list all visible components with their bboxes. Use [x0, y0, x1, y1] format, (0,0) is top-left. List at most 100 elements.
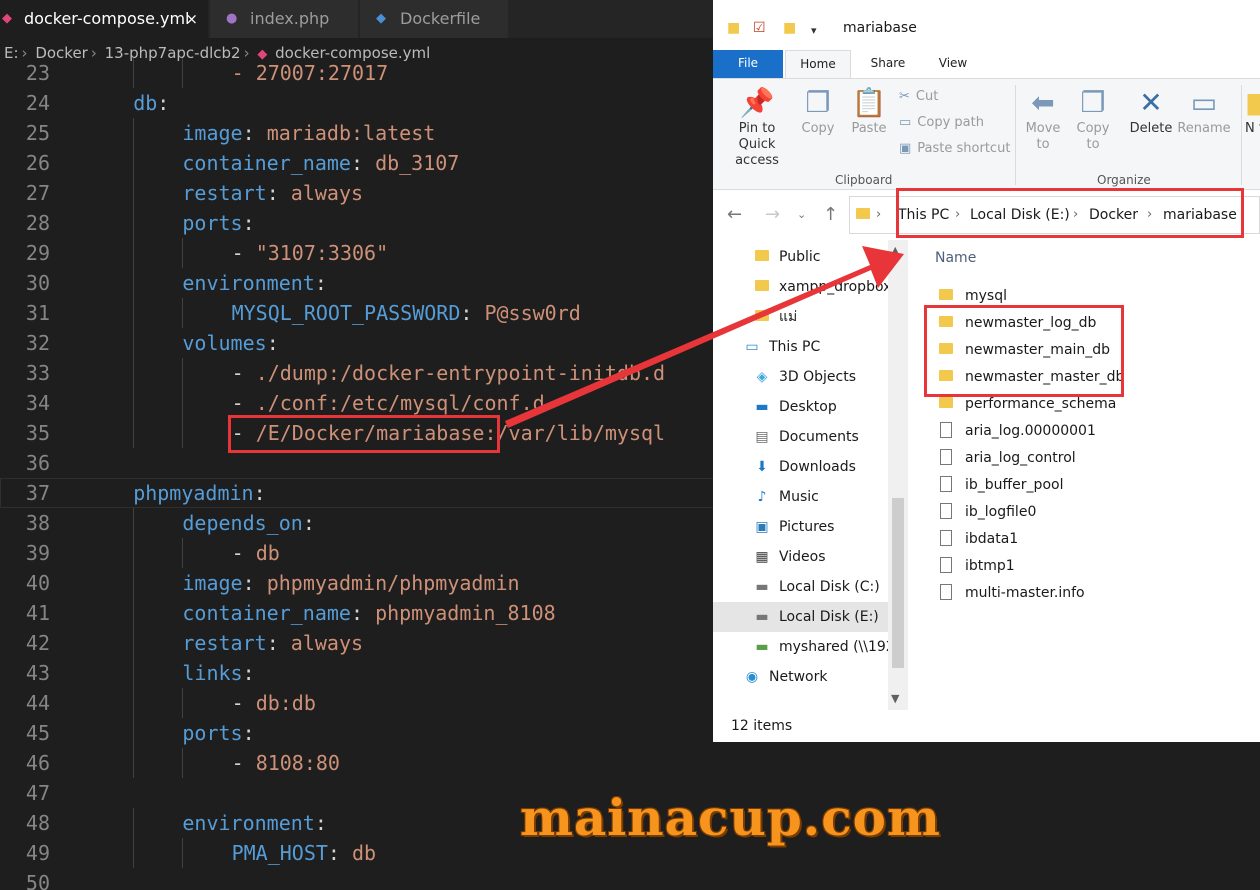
nav-item[interactable]: ▬ myshared (\\192	[713, 632, 894, 662]
ribbon: 📌 Pin to Quick access ❐ Copy 📋 Paste ✂ Cu…	[713, 78, 1260, 190]
code-text: - db:db	[232, 688, 316, 718]
yaml-punctuation: :	[242, 661, 255, 685]
yaml-punctuation: :	[350, 601, 376, 625]
indent-guide	[182, 688, 184, 718]
yaml-punctuation: :	[460, 301, 485, 325]
tab-index-php[interactable]: ● index.php	[210, 0, 358, 38]
button-label: Copy to	[1076, 121, 1110, 152]
line-number: 24	[25, 91, 50, 115]
yaml-key: container_name	[182, 151, 351, 175]
nav-item[interactable]: ▬ Local Disk (E:)	[713, 602, 888, 632]
nav-item[interactable]: Public	[713, 242, 888, 272]
file-list-item[interactable]: aria_log_control	[938, 445, 1076, 471]
nav-item[interactable]: ▬ Desktop	[713, 392, 888, 422]
tab-share[interactable]: Share	[863, 50, 913, 78]
tab-docker-compose[interactable]: ◆ docker-compose.yml ×	[0, 0, 208, 38]
copy-to-button[interactable]: ❐ Copy to	[1071, 85, 1115, 153]
nav-item[interactable]: ⬇ Downloads	[713, 452, 888, 482]
properties-icon[interactable]: ☑	[753, 20, 766, 36]
line-number: 44	[25, 691, 50, 715]
tab-home[interactable]: Home	[785, 50, 851, 78]
scrollbar-thumb[interactable]	[892, 498, 904, 668]
file-name: aria_log_control	[965, 450, 1076, 466]
highlight-box-volume-path	[228, 415, 500, 453]
code-text: volumes:	[182, 328, 278, 358]
tab-dockerfile[interactable]: ◆ Dockerfile	[360, 0, 508, 38]
yaml-key: ports	[182, 721, 243, 745]
new-folder-icon[interactable]: ■	[783, 20, 796, 36]
indent-guide	[182, 358, 184, 388]
yaml-punctuation: :	[242, 211, 255, 235]
folder-icon	[751, 302, 773, 332]
line-number: 30	[25, 271, 50, 295]
nav-item[interactable]: ◈ 3D Objects	[713, 362, 888, 392]
navigation-pane[interactable]: Public xampp_dropbox แม่ ▭ This PC ◈ 3D Object…	[713, 240, 895, 710]
line-number: 31	[25, 301, 50, 325]
file-icon	[938, 418, 954, 444]
docker-icon: ◆	[376, 11, 386, 26]
file-name: performance_schema	[965, 396, 1117, 412]
paste-button[interactable]: 📋 Paste	[847, 85, 891, 137]
cut-button[interactable]: ✂ Cut	[899, 89, 938, 104]
move-icon: ⬅	[1031, 86, 1055, 119]
nav-item-label: xampp_dropbox	[779, 279, 892, 295]
file-list-item[interactable]: multi-master.info	[938, 580, 1085, 606]
file-name: ib_logfile0	[965, 504, 1037, 520]
tab-file[interactable]: File	[713, 50, 783, 78]
move-to-button[interactable]: ⬅ Move to	[1021, 85, 1065, 153]
nav-item[interactable]: ▦ Videos	[713, 542, 888, 572]
nav-item-label: Local Disk (C:)	[779, 579, 880, 595]
close-icon[interactable]: ×	[185, 0, 198, 38]
scroll-up-icon[interactable]: ▲	[891, 244, 899, 257]
copy-button[interactable]: ❐ Copy	[797, 85, 839, 137]
nav-item[interactable]: แม่	[713, 302, 888, 332]
yaml-punctuation: -	[231, 541, 256, 565]
indent-guide	[133, 118, 134, 148]
file-list-item[interactable]: ib_buffer_pool	[938, 472, 1063, 498]
yaml-value: 27007:27017	[255, 61, 389, 85]
nav-item[interactable]: xampp_dropbox	[713, 272, 892, 302]
scroll-down-icon[interactable]: ▼	[891, 692, 899, 705]
copy-path-button[interactable]: ▭ Copy path	[899, 115, 984, 130]
chevron-down-icon[interactable]: ▾	[811, 24, 817, 37]
nav-item[interactable]: ▣ Pictures	[713, 512, 888, 542]
column-header-name[interactable]: Name	[935, 250, 976, 266]
line-number: 26	[25, 151, 50, 175]
nav-item[interactable]: ▭ This PC	[713, 332, 888, 362]
forward-arrow-icon[interactable]: →	[765, 204, 780, 225]
line-number: 29	[25, 241, 50, 265]
pin-to-quick-access-button[interactable]: 📌 Pin to Quick access	[719, 85, 795, 169]
code-line[interactable]: 50	[0, 868, 1260, 890]
up-arrow-icon[interactable]: ↑	[823, 204, 838, 225]
line-number: 35	[25, 421, 50, 445]
file-list-item[interactable]: aria_log.00000001	[938, 418, 1096, 444]
group-label-organize: Organize	[1097, 173, 1151, 187]
rename-button[interactable]: ▭ Rename	[1177, 85, 1231, 137]
yaml-value: mariadb:latest	[266, 121, 436, 145]
nav-item-label: Music	[779, 489, 819, 505]
code-text: links:	[182, 658, 254, 688]
file-list-item[interactable]: ib_logfile0	[938, 499, 1036, 525]
chevron-down-icon[interactable]: ⌄	[797, 208, 806, 221]
copy-path-icon: ▭	[899, 115, 912, 130]
nav-item[interactable]: ♪ Music	[713, 482, 888, 512]
tab-view[interactable]: View	[927, 50, 979, 78]
navigation-scrollbar[interactable]: ▲ ▼	[888, 240, 908, 710]
code-line[interactable]: 46 - 8108:80	[0, 748, 1260, 778]
back-arrow-icon[interactable]: ←	[727, 204, 742, 225]
docker-icon: ◆	[2, 11, 12, 26]
computer-icon: ▭	[745, 339, 759, 355]
new-folder-icon: ■	[1245, 86, 1260, 119]
nav-item[interactable]: ◉ Network	[713, 662, 888, 692]
delete-button[interactable]: ✕ Delete	[1127, 85, 1175, 137]
yaml-punctuation: :	[242, 571, 267, 595]
paste-shortcut-button[interactable]: ▣ Paste shortcut	[899, 141, 1010, 156]
nav-item[interactable]: ▤ Documents	[713, 422, 888, 452]
yaml-punctuation: :	[242, 121, 267, 145]
file-list-item[interactable]: ibdata1	[938, 526, 1018, 552]
file-list-item[interactable]: ibtmp1	[938, 553, 1015, 579]
delete-x-icon: ✕	[1139, 86, 1163, 119]
new-folder-button[interactable]: ■ N fo	[1245, 85, 1260, 137]
nav-item[interactable]: ▬ Local Disk (C:)	[713, 572, 888, 602]
code-text: phpmyadmin:	[133, 478, 265, 508]
